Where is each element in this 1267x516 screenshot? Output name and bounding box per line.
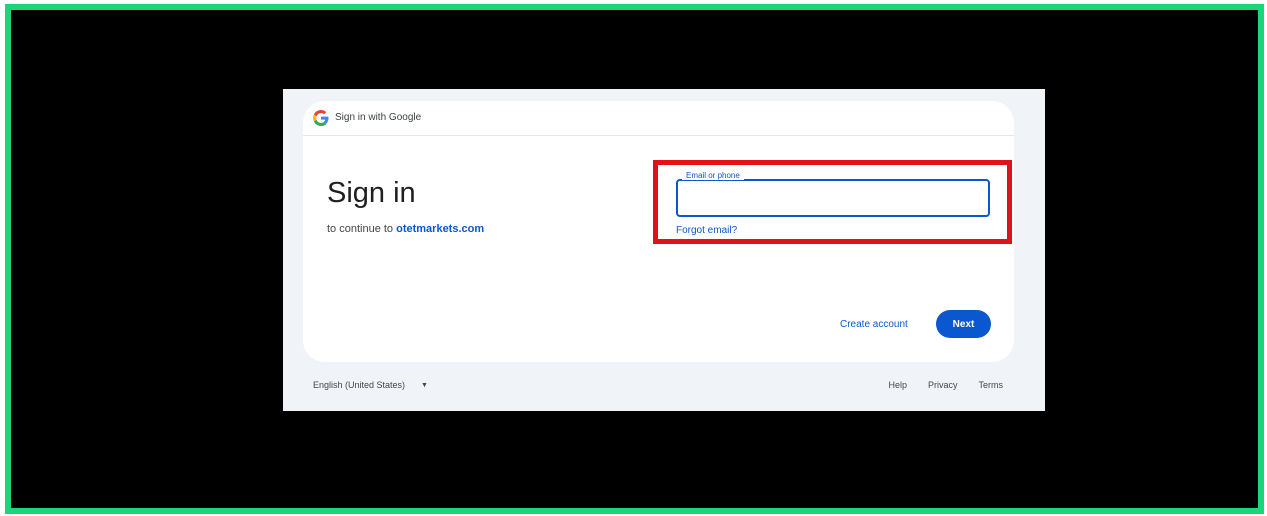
card-header: Sign in with Google xyxy=(303,101,1014,136)
footer-links: Help Privacy Terms xyxy=(888,380,1003,390)
language-label: English (United States) xyxy=(313,380,406,390)
forgot-email-link[interactable]: Forgot email? xyxy=(676,225,737,236)
google-g-icon xyxy=(313,110,329,126)
email-field-label: Email or phone xyxy=(682,171,744,180)
browser-viewport: Sign in with Google Sign in to continue … xyxy=(283,89,1045,411)
email-input[interactable] xyxy=(678,181,988,215)
footer-link-help[interactable]: Help xyxy=(888,380,907,390)
subtitle-prefix: to continue to xyxy=(327,223,397,235)
caret-down-icon: ▼ xyxy=(421,381,428,389)
header-title: Sign in with Google xyxy=(335,112,422,123)
footer-link-terms[interactable]: Terms xyxy=(979,380,1004,390)
subtitle-domain-link[interactable]: otetmarkets.com xyxy=(396,223,484,235)
page-subtitle: to continue to otetmarkets.com xyxy=(327,223,484,235)
next-button[interactable]: Next xyxy=(936,310,991,338)
create-account-button[interactable]: Create account xyxy=(840,319,908,330)
page-title: Sign in xyxy=(327,177,416,209)
email-field[interactable] xyxy=(676,179,990,217)
footer-link-privacy[interactable]: Privacy xyxy=(928,380,958,390)
sign-in-card: Sign in with Google Sign in to continue … xyxy=(303,101,1014,362)
language-selector[interactable]: English (United States) ▼ xyxy=(313,380,428,390)
